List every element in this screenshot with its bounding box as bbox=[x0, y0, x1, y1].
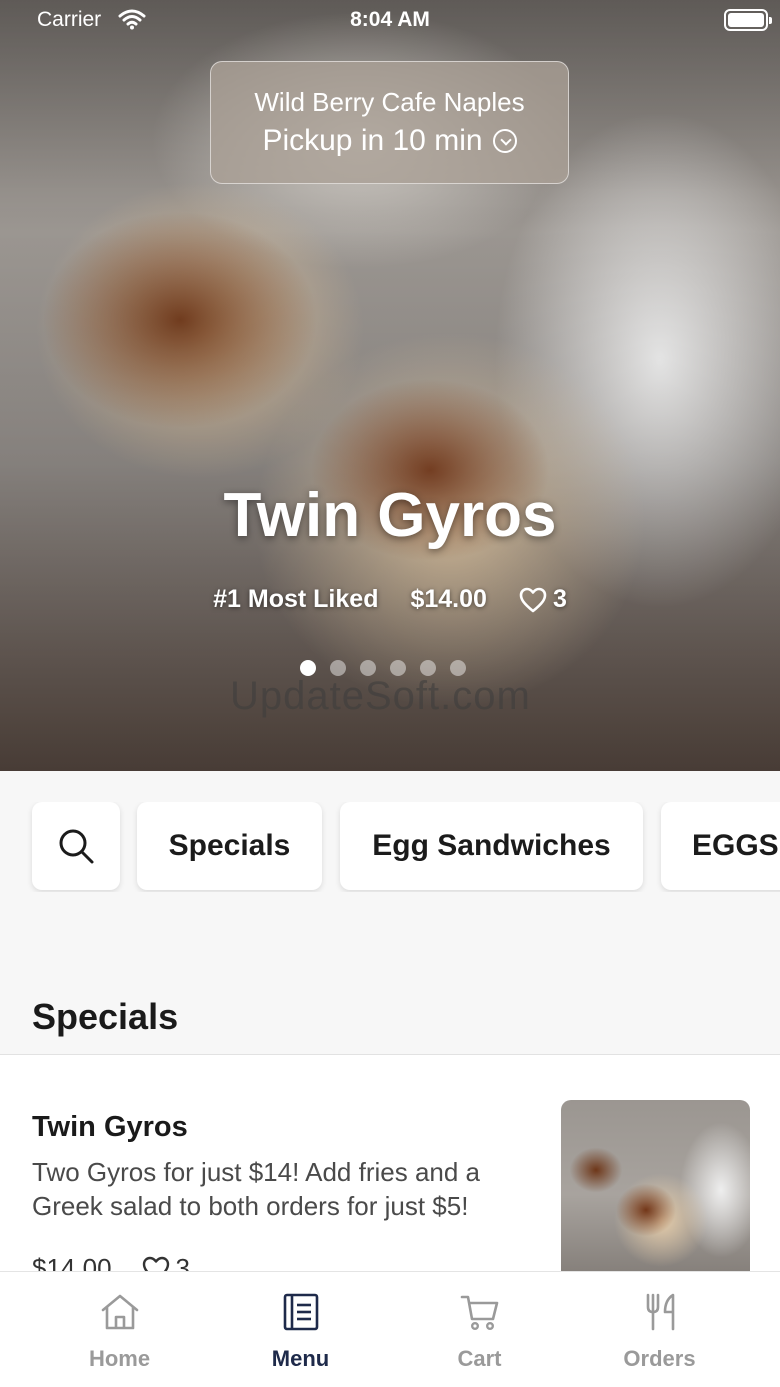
pickup-time-row: Pickup in 10 min bbox=[211, 124, 568, 158]
battery-icon bbox=[724, 9, 772, 31]
cart-icon bbox=[460, 1295, 499, 1331]
menu-icon bbox=[283, 1293, 319, 1331]
search-icon bbox=[59, 829, 94, 864]
hero-price: $14.00 bbox=[410, 585, 487, 613]
pickup-time: Pickup in 10 min bbox=[262, 124, 483, 157]
tab-menu-label: Menu bbox=[271, 1346, 330, 1371]
menu-item-name: Twin Gyros bbox=[32, 1111, 188, 1143]
store-selector[interactable]: Wild Berry Cafe Naples Pickup in 10 min bbox=[210, 61, 569, 184]
tab-orders-label: Orders bbox=[623, 1346, 696, 1371]
tab-home[interactable]: Home bbox=[22, 1272, 217, 1387]
category-chip-eggs[interactable]: EGGS bbox=[661, 802, 780, 890]
chevron-down-icon bbox=[492, 129, 517, 153]
status-time: 8:04 AM bbox=[350, 8, 430, 31]
store-name: Wild Berry Cafe Naples bbox=[254, 87, 525, 117]
category-chips: Specials Egg Sandwiches EGGS bbox=[0, 802, 780, 892]
menu-item-description: Two Gyros for just $14! Add fries and a … bbox=[32, 1157, 481, 1221]
tab-bar: Home Menu Cart Orders bbox=[0, 1271, 780, 1387]
status-bar: Carrier 8:04 AM bbox=[0, 0, 780, 40]
category-chip-specials[interactable]: Specials bbox=[137, 802, 322, 890]
section-title: Specials bbox=[32, 996, 179, 1037]
hero-badge: #1 Most Liked bbox=[213, 585, 379, 613]
tab-cart-label: Cart bbox=[457, 1346, 502, 1371]
category-chip-egg-sandwiches[interactable]: Egg Sandwiches bbox=[340, 802, 643, 890]
hero-title: Twin Gyros bbox=[223, 481, 557, 550]
tab-cart[interactable]: Cart bbox=[382, 1272, 577, 1387]
menu-item-photo[interactable] bbox=[561, 1100, 750, 1290]
tab-orders[interactable]: Orders bbox=[562, 1272, 757, 1387]
home-icon bbox=[101, 1294, 139, 1330]
hero-like-count: 3 bbox=[552, 585, 567, 613]
menu-item-card[interactable]: Twin Gyros Two Gyros for just $14! Add f… bbox=[0, 1055, 780, 1295]
fork-knife-icon bbox=[646, 1293, 675, 1331]
hero-banner[interactable]: Carrier 8:04 AM Wild Berry Cafe Naples P… bbox=[0, 0, 780, 771]
hero-meta: #1 Most Liked $14.00 3 bbox=[0, 585, 780, 614]
tab-home-label: Home bbox=[88, 1346, 151, 1371]
tab-menu[interactable]: Menu bbox=[203, 1272, 398, 1387]
hero-like[interactable]: 3 bbox=[519, 585, 567, 614]
heart-icon bbox=[519, 587, 547, 612]
search-button[interactable] bbox=[32, 802, 120, 890]
watermark: UpdateSoft.com bbox=[230, 674, 531, 718]
